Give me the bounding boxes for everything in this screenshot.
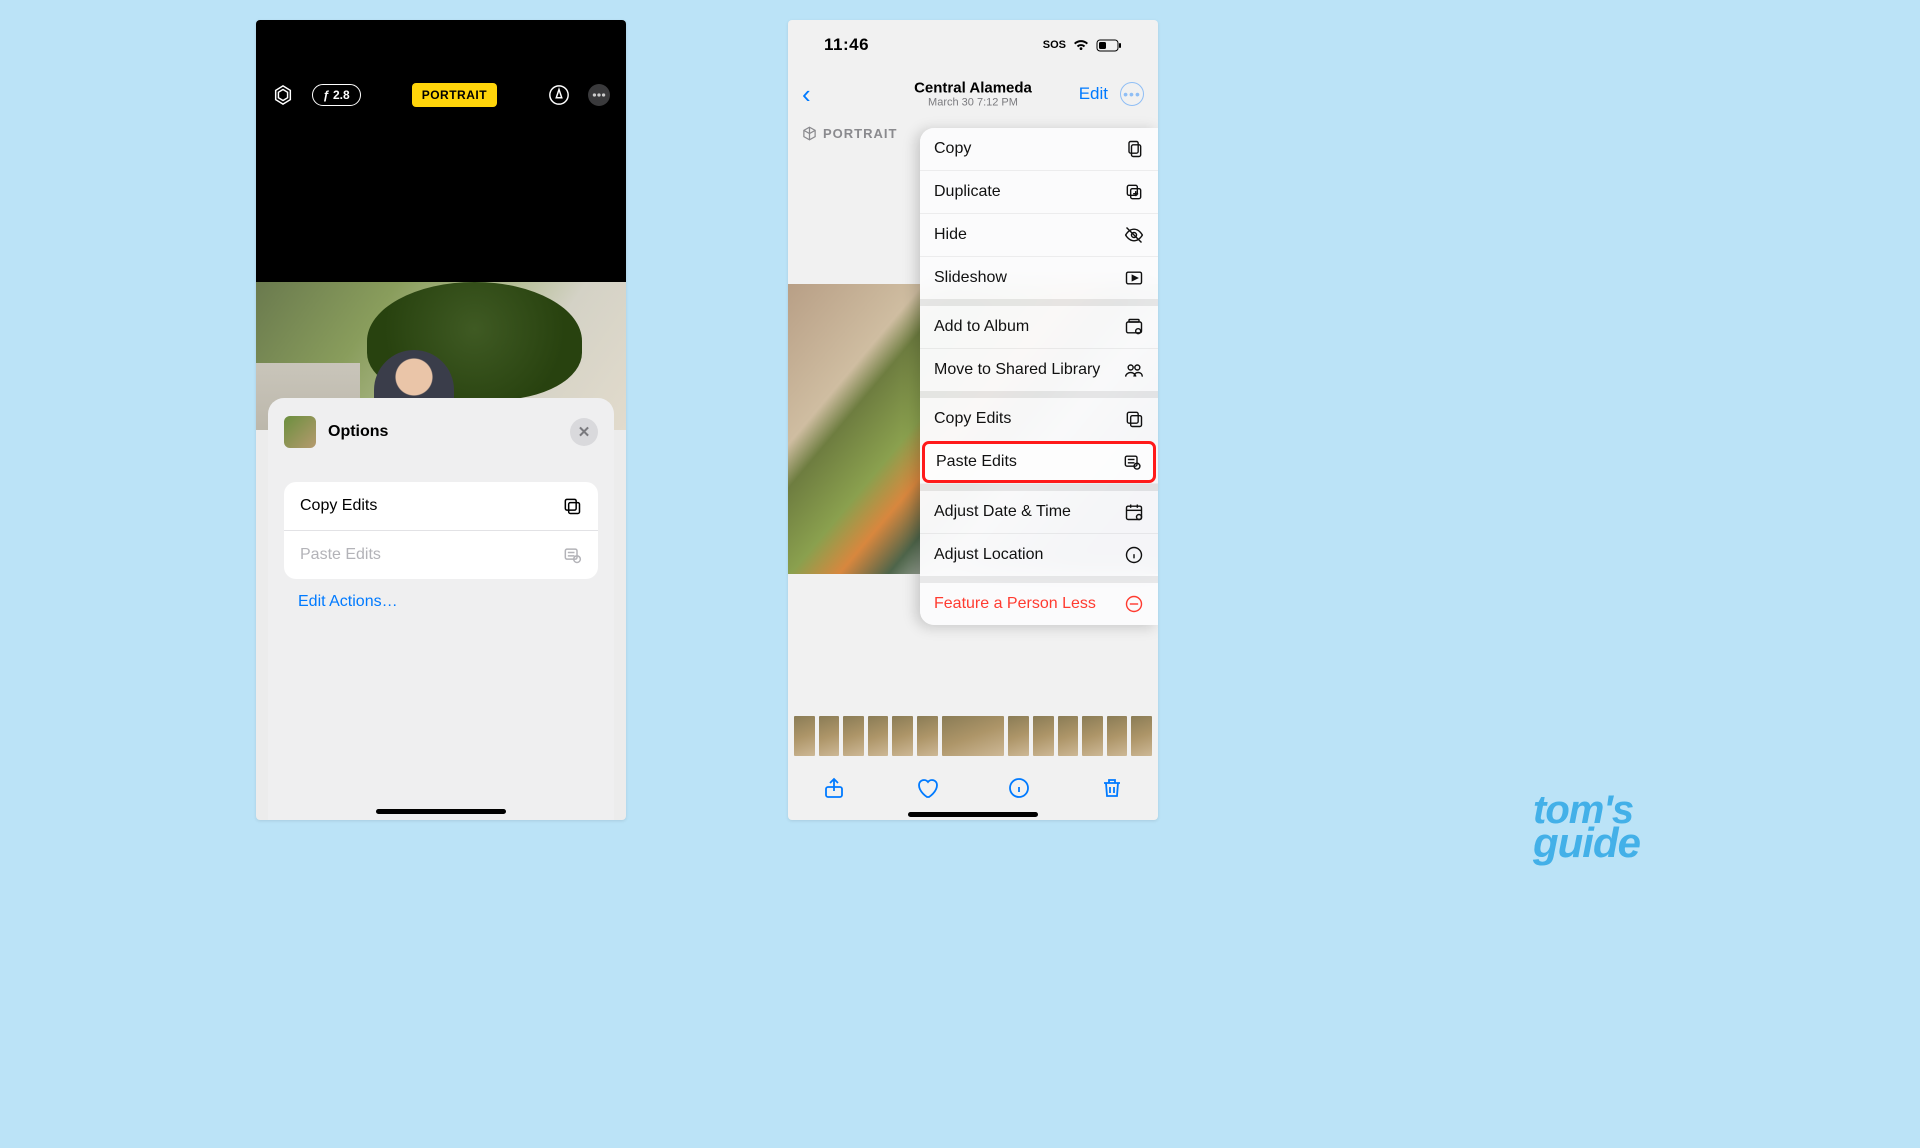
edit-actions-link[interactable]: Edit Actions… xyxy=(268,579,614,625)
sos-label: SOS xyxy=(1043,39,1066,51)
menu-copy[interactable]: Copy xyxy=(920,128,1158,170)
heart-icon[interactable] xyxy=(915,776,939,800)
portrait-mode-badge[interactable]: PORTRAIT xyxy=(412,83,497,107)
back-chevron-icon[interactable]: ‹ xyxy=(802,79,811,110)
people-icon xyxy=(1124,360,1144,380)
copy-edits-row[interactable]: Copy Edits xyxy=(284,482,598,530)
minus-circle-icon xyxy=(1124,594,1144,614)
eye-slash-icon xyxy=(1124,225,1144,245)
info-icon xyxy=(1124,545,1144,565)
menu-slideshow[interactable]: Slideshow xyxy=(920,256,1158,299)
copy-icon xyxy=(1124,139,1144,159)
sliders-paste-icon xyxy=(1122,452,1142,472)
album-icon xyxy=(1124,317,1144,337)
sliders-copy-icon xyxy=(562,496,582,516)
calendar-icon xyxy=(1124,502,1144,522)
status-time: 11:46 xyxy=(824,35,869,55)
row-label: Copy Edits xyxy=(300,497,377,515)
paste-edits-row: Paste Edits xyxy=(284,530,598,579)
photo-filmstrip[interactable] xyxy=(788,716,1158,758)
phone-photo-detail: 11:46 SOS ‹ Central Alameda March 30 7:1… xyxy=(788,20,1158,820)
edit-button[interactable]: Edit xyxy=(1079,84,1108,104)
play-rect-icon xyxy=(1124,268,1144,288)
sheet-title: Options xyxy=(328,423,388,441)
phone-edit-screen: ƒ 2.8 PORTRAIT Options ✕ xyxy=(256,20,626,820)
options-list: Copy Edits Paste Edits xyxy=(284,482,598,579)
photo-edit-top-bar-area: ƒ 2.8 PORTRAIT xyxy=(256,20,626,282)
cube-icon xyxy=(802,126,817,141)
share-icon[interactable] xyxy=(822,776,846,800)
nav-bar: ‹ Central Alameda March 30 7:12 PM Edit … xyxy=(788,70,1158,118)
context-menu: Copy Duplicate Hide Slideshow xyxy=(920,128,1158,625)
battery-icon xyxy=(1096,39,1122,52)
info-icon[interactable] xyxy=(1007,776,1031,800)
menu-move-shared-library[interactable]: Move to Shared Library xyxy=(920,348,1158,391)
menu-add-to-album[interactable]: Add to Album xyxy=(920,306,1158,348)
menu-feature-person-less[interactable]: Feature a Person Less xyxy=(920,583,1158,625)
sliders-copy-icon xyxy=(1124,409,1144,429)
home-indicator[interactable] xyxy=(376,809,506,814)
menu-copy-edits[interactable]: Copy Edits xyxy=(920,398,1158,440)
wifi-icon xyxy=(1072,38,1090,52)
tutorial-canvas: ƒ 2.8 PORTRAIT Options ✕ xyxy=(256,0,1661,840)
sheet-thumbnail xyxy=(284,416,316,448)
markup-icon[interactable] xyxy=(548,84,570,106)
sliders-paste-icon xyxy=(562,545,582,565)
more-menu-button[interactable]: ••• xyxy=(1120,82,1144,106)
home-indicator[interactable] xyxy=(908,812,1038,817)
edit-toolbar: ƒ 2.8 PORTRAIT xyxy=(256,80,626,110)
menu-adjust-location[interactable]: Adjust Location xyxy=(920,533,1158,576)
nav-subtitle: March 30 7:12 PM xyxy=(914,97,1032,109)
options-sheet: Options ✕ Copy Edits Paste Edits Edit A xyxy=(268,398,614,820)
menu-adjust-date[interactable]: Adjust Date & Time xyxy=(920,491,1158,533)
row-label: Paste Edits xyxy=(300,546,381,564)
status-bar: 11:46 SOS xyxy=(788,20,1158,70)
close-icon[interactable]: ✕ xyxy=(570,418,598,446)
trash-icon[interactable] xyxy=(1100,776,1124,800)
filters-icon[interactable] xyxy=(272,84,294,106)
menu-duplicate[interactable]: Duplicate xyxy=(920,170,1158,213)
nav-title: Central Alameda xyxy=(914,80,1032,97)
aperture-pill[interactable]: ƒ 2.8 xyxy=(312,84,361,106)
watermark-logo: tom's guide xyxy=(1533,794,1640,860)
bottom-toolbar xyxy=(788,768,1158,808)
duplicate-icon xyxy=(1124,182,1144,202)
menu-paste-edits[interactable]: Paste Edits xyxy=(922,441,1156,483)
more-icon[interactable] xyxy=(588,84,610,106)
menu-hide[interactable]: Hide xyxy=(920,213,1158,256)
